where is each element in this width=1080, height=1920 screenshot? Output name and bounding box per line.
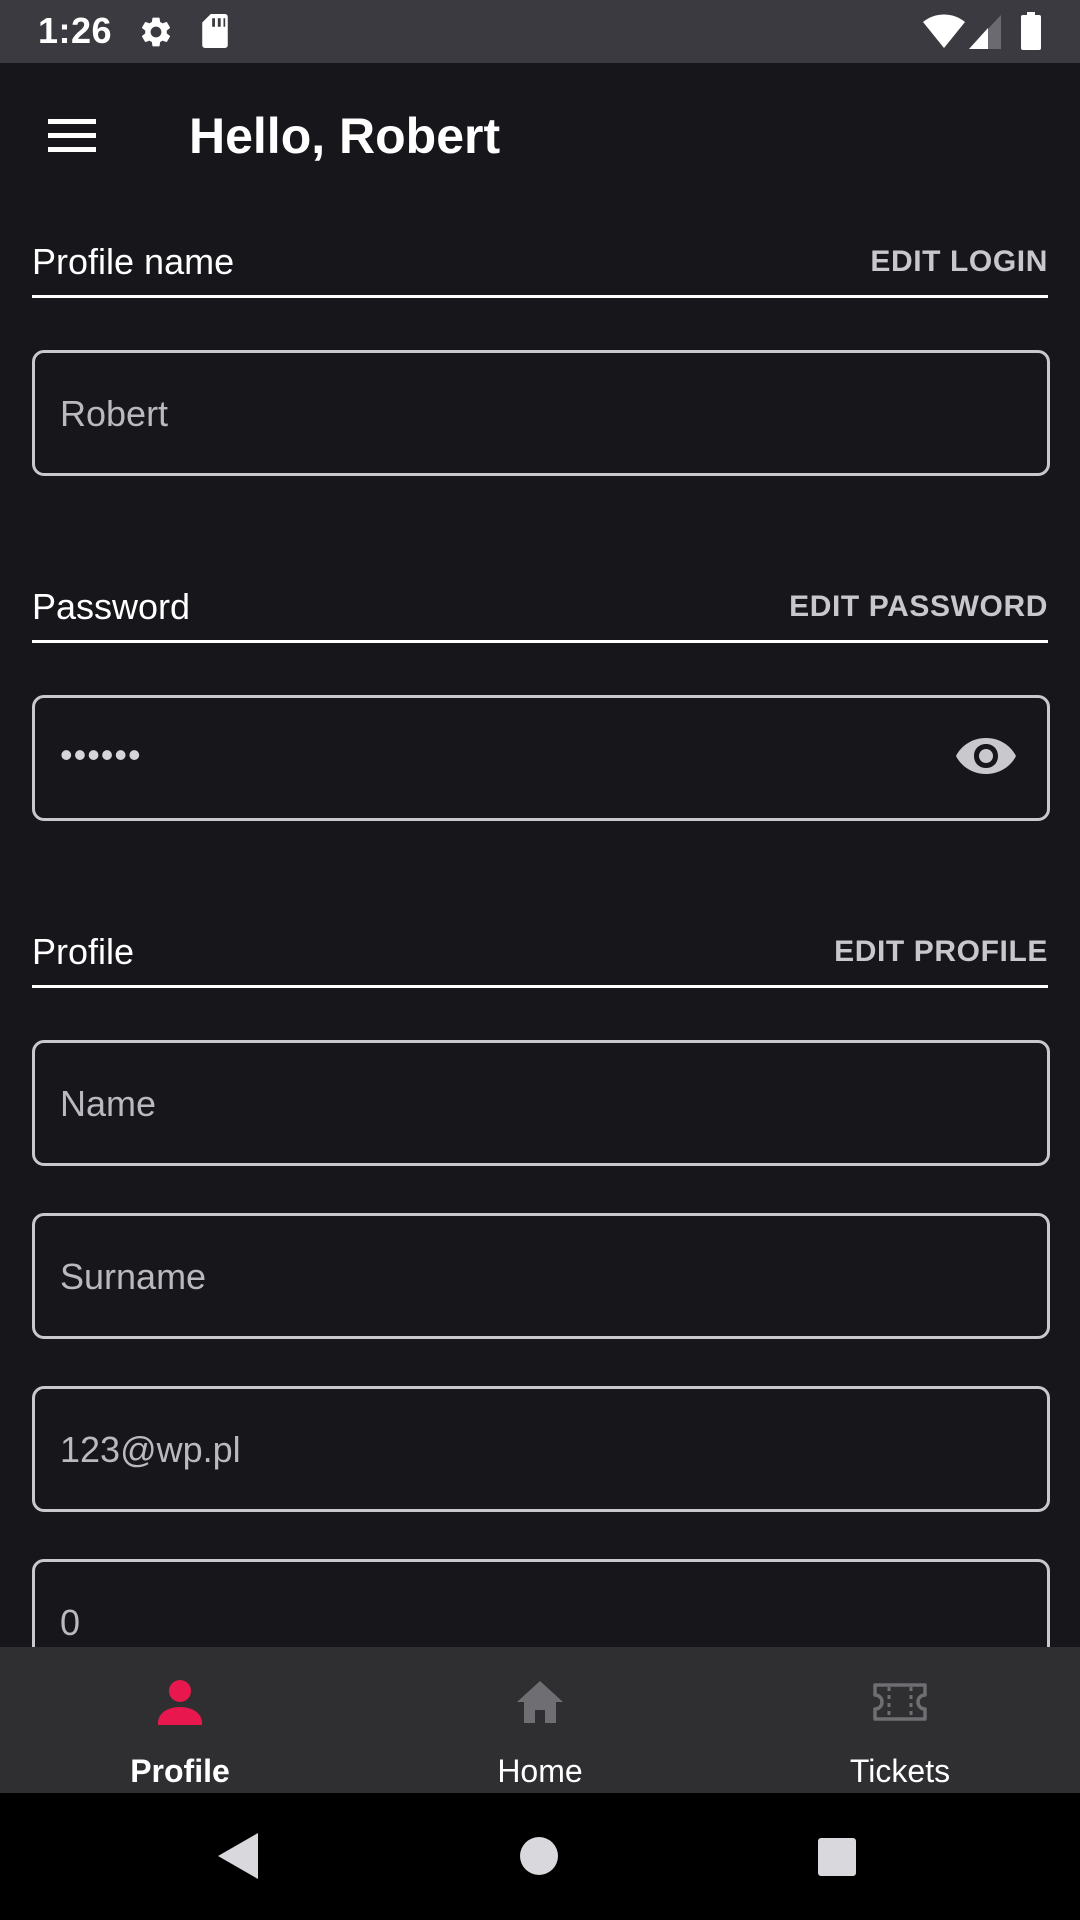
wifi-icon: [923, 14, 965, 48]
app-bar: Hello, Robert: [0, 63, 1080, 213]
nav-item-profile[interactable]: Profile: [0, 1647, 360, 1793]
surname-field[interactable]: Surname: [32, 1213, 1050, 1339]
edit-profile-button[interactable]: EDIT PROFILE: [834, 935, 1048, 969]
password-value: ••••••: [60, 734, 142, 775]
section-title-profile: Profile: [32, 931, 135, 972]
nav-item-home[interactable]: Home: [360, 1647, 720, 1793]
section-header-login: Profile name EDIT LOGIN: [32, 235, 1048, 298]
edit-login-button[interactable]: EDIT LOGIN: [870, 245, 1048, 279]
section-title-password: Password: [32, 586, 191, 627]
signal-icon: [969, 15, 1001, 49]
email-value: 123@wp.pl: [60, 1429, 241, 1470]
gear-icon: [141, 17, 171, 47]
nav-label-home: Home: [497, 1753, 583, 1789]
status-bar: 1:26: [0, 0, 1080, 63]
sd-card-icon: [202, 14, 228, 48]
hamburger-menu-icon: [48, 119, 96, 152]
ticket-icon: [873, 1683, 927, 1721]
back-icon[interactable]: [216, 1831, 260, 1881]
profile-name-field[interactable]: Robert: [32, 350, 1050, 476]
eye-icon: [956, 738, 1016, 774]
battery-icon: [1021, 12, 1041, 50]
name-field[interactable]: Name: [32, 1040, 1050, 1166]
profile-screen: 1:26 Hello, Robert Profile name EDIT LOG…: [0, 0, 1080, 1920]
recents-square-icon[interactable]: [817, 1837, 857, 1877]
surname-value: Surname: [60, 1256, 207, 1297]
edit-password-button[interactable]: EDIT PASSWORD: [789, 590, 1048, 624]
phone-value: 0: [60, 1602, 81, 1643]
person-icon: [158, 1680, 202, 1725]
profile-name-value: Robert: [60, 393, 169, 434]
section-title-profile-name: Profile name: [32, 241, 235, 282]
home-circle-icon[interactable]: [519, 1836, 559, 1876]
password-field[interactable]: ••••••: [32, 695, 1050, 821]
section-header-profile: Profile EDIT PROFILE: [32, 925, 1048, 988]
bottom-navigation: Profile Home Tickets: [0, 1647, 1080, 1793]
home-icon: [517, 1681, 563, 1723]
system-navigation-bar: [0, 1793, 1080, 1920]
email-field[interactable]: 123@wp.pl: [32, 1386, 1050, 1512]
menu-button[interactable]: [36, 103, 108, 163]
status-time: 1:26: [38, 10, 113, 51]
nav-item-tickets[interactable]: Tickets: [720, 1647, 1080, 1793]
name-value: Name: [60, 1083, 157, 1124]
section-header-password: Password EDIT PASSWORD: [32, 580, 1048, 643]
nav-label-profile: Profile: [130, 1753, 230, 1789]
password-visibility-toggle[interactable]: [955, 734, 1017, 778]
page-title: Hello, Robert: [189, 108, 501, 164]
nav-label-tickets: Tickets: [849, 1753, 951, 1789]
